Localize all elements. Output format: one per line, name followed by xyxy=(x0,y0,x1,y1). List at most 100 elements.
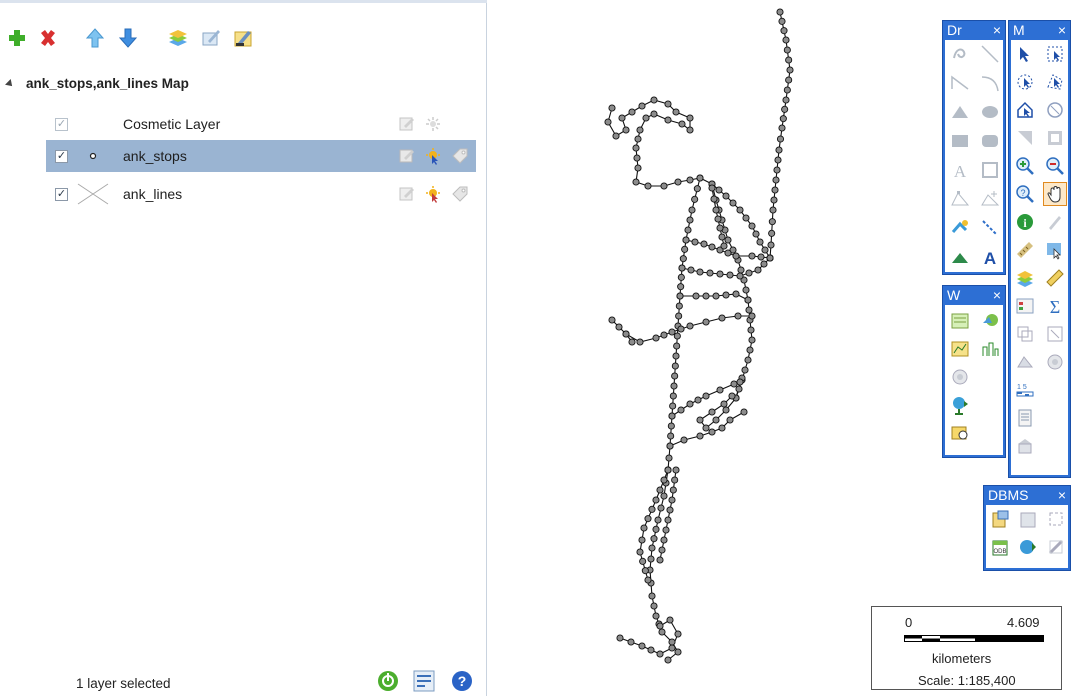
stop-point[interactable] xyxy=(693,185,701,193)
region-style-button[interactable] xyxy=(948,245,972,269)
stop-point[interactable] xyxy=(677,406,685,414)
stop-point[interactable] xyxy=(622,330,630,338)
stop-point[interactable] xyxy=(668,496,676,504)
stop-point[interactable] xyxy=(744,356,752,364)
stop-point[interactable] xyxy=(770,196,778,204)
dbms-table-button[interactable]: ODB xyxy=(988,535,1012,559)
new-layout-button[interactable] xyxy=(978,337,1002,361)
stop-point[interactable] xyxy=(641,567,649,575)
stop-point[interactable] xyxy=(712,416,720,424)
symbol-tool-button[interactable] xyxy=(948,42,972,66)
stop-point[interactable] xyxy=(650,602,658,610)
stop-point[interactable] xyxy=(656,650,664,658)
remove-layer-button[interactable] xyxy=(33,22,63,54)
line-tool-button[interactable] xyxy=(978,42,1002,66)
stop-point[interactable] xyxy=(696,174,704,182)
stop-point[interactable] xyxy=(679,255,687,263)
stop-point[interactable] xyxy=(628,108,636,116)
stop-point[interactable] xyxy=(747,326,755,334)
stop-point[interactable] xyxy=(726,271,734,279)
stop-point[interactable] xyxy=(682,236,690,244)
stop-point[interactable] xyxy=(778,17,786,25)
palette-titlebar[interactable]: DBMS × xyxy=(984,486,1070,504)
stop-point[interactable] xyxy=(604,118,612,126)
move-layer-up-button[interactable] xyxy=(80,22,110,54)
stop-point[interactable] xyxy=(744,296,752,304)
stop-point[interactable] xyxy=(708,408,716,416)
stop-point[interactable] xyxy=(680,436,688,444)
stop-point[interactable] xyxy=(732,290,740,298)
stop-point[interactable] xyxy=(710,195,718,203)
stop-point[interactable] xyxy=(664,656,672,664)
stop-point[interactable] xyxy=(633,154,641,162)
text-style-button[interactable]: A xyxy=(978,245,1002,269)
stop-point[interactable] xyxy=(771,186,779,194)
close-icon[interactable]: × xyxy=(993,287,1001,303)
stop-point[interactable] xyxy=(669,402,677,410)
stop-point[interactable] xyxy=(652,525,660,533)
stop-point[interactable] xyxy=(660,476,668,484)
stop-point[interactable] xyxy=(768,229,776,237)
stop-point[interactable] xyxy=(667,432,675,440)
stop-point[interactable] xyxy=(671,362,679,370)
layer-visibility-checkbox[interactable]: ✓ xyxy=(55,149,68,163)
stop-point[interactable] xyxy=(756,238,764,246)
collapse-triangle-icon[interactable] xyxy=(5,78,15,89)
stop-point[interactable] xyxy=(775,146,783,154)
stop-point[interactable] xyxy=(757,253,765,261)
stop-point[interactable] xyxy=(732,252,740,260)
help-button[interactable]: ? xyxy=(451,670,473,692)
stop-point[interactable] xyxy=(632,144,640,152)
stop-point[interactable] xyxy=(742,214,750,222)
layer-visibility-checkbox[interactable]: ✓ xyxy=(55,187,68,201)
stop-point[interactable] xyxy=(742,286,750,294)
move-layer-down-button[interactable] xyxy=(113,22,143,54)
stop-point[interactable] xyxy=(669,392,677,400)
line-style-button[interactable] xyxy=(978,216,1002,240)
stop-point[interactable] xyxy=(752,230,760,238)
palette-titlebar[interactable]: Dr × xyxy=(943,21,1005,39)
stop-point[interactable] xyxy=(656,486,664,494)
stop-point[interactable] xyxy=(664,466,672,474)
stop-point[interactable] xyxy=(702,392,710,400)
editable-icon[interactable] xyxy=(398,147,416,165)
unselect-all-button[interactable] xyxy=(1043,98,1067,122)
stop-point[interactable] xyxy=(716,224,724,232)
editable-icon[interactable] xyxy=(398,115,416,133)
stop-point[interactable] xyxy=(779,115,787,123)
palette-titlebar[interactable]: M × xyxy=(1009,21,1070,39)
stop-point[interactable] xyxy=(782,96,790,104)
stop-point[interactable] xyxy=(712,292,720,300)
stop-point[interactable] xyxy=(761,246,769,254)
stop-point[interactable] xyxy=(675,312,683,320)
stop-point[interactable] xyxy=(658,546,666,554)
label-tag-icon[interactable] xyxy=(451,185,469,203)
stop-point[interactable] xyxy=(668,638,676,646)
stop-point[interactable] xyxy=(650,110,658,118)
stop-point[interactable] xyxy=(781,105,789,113)
stop-point[interactable] xyxy=(745,269,753,277)
stop-point[interactable] xyxy=(785,76,793,84)
stop-point[interactable] xyxy=(692,292,700,300)
stop-point[interactable] xyxy=(708,428,716,436)
stop-point[interactable] xyxy=(728,392,736,400)
stop-point[interactable] xyxy=(696,432,704,440)
stop-point[interactable] xyxy=(654,516,662,524)
stop-point[interactable] xyxy=(684,226,692,234)
refresh-dbms-button[interactable] xyxy=(1016,507,1040,531)
new-mapper-button[interactable] xyxy=(978,309,1002,333)
stop-point[interactable] xyxy=(687,266,695,274)
invert-selection-button[interactable] xyxy=(1013,126,1037,150)
stop-point[interactable] xyxy=(702,318,710,326)
stop-point[interactable] xyxy=(722,192,730,200)
stop-point[interactable] xyxy=(634,164,642,172)
change-view-button[interactable]: ? xyxy=(1013,182,1037,206)
ellipse-tool-button[interactable] xyxy=(978,100,1002,124)
stop-point[interactable] xyxy=(736,272,744,280)
stop-point[interactable] xyxy=(773,166,781,174)
stop-point[interactable] xyxy=(656,556,664,564)
stop-point[interactable] xyxy=(774,156,782,164)
label-tag-icon[interactable] xyxy=(451,147,469,165)
layer-row-cosmetic[interactable]: ✓ Cosmetic Layer xyxy=(46,108,476,140)
stop-point[interactable] xyxy=(722,291,730,299)
